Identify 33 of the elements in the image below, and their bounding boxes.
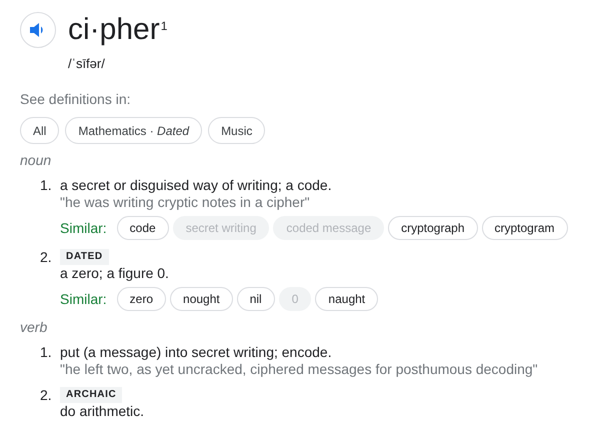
filter-chip[interactable]: All xyxy=(20,117,60,144)
synonym-chip[interactable]: nil xyxy=(236,287,275,311)
synonym-chip[interactable]: naught xyxy=(315,287,378,311)
synonym-chip[interactable]: cryptogram xyxy=(482,216,568,240)
similar-label: Similar: xyxy=(60,291,107,307)
definition-text: put (a message) into secret writing; encode. xyxy=(60,344,332,361)
filter-chip[interactable]: Music xyxy=(208,117,266,144)
definition-number: 2. xyxy=(40,249,53,267)
part-of-speech: noun xyxy=(20,152,52,168)
filter-chip[interactable]: Mathematics · Dated xyxy=(65,117,202,144)
synonym-chip[interactable]: nought xyxy=(170,287,233,311)
section-label: See definitions in: xyxy=(20,91,132,107)
synonym-chip[interactable]: cryptograph xyxy=(388,216,478,240)
synonym-chip: coded message xyxy=(273,216,384,240)
synonym-chip: 0 xyxy=(278,287,312,311)
definition-number: 1. xyxy=(40,344,53,362)
phonetic-text: /ˈsīfər/ xyxy=(68,56,106,71)
example-text: "he was writing cryptic notes in a cipher" xyxy=(60,194,310,211)
usage-tag: DATED xyxy=(60,249,109,265)
definition-number: 2. xyxy=(40,387,53,405)
definition-text: a secret or disguised way of writing; a code. xyxy=(60,177,332,194)
example-text: "he left two, as yet uncracked, ciphered messages for posthumous decoding" xyxy=(60,361,538,378)
definition-text: a zero; a figure 0. xyxy=(60,265,169,282)
definition-number: 1. xyxy=(40,177,53,195)
part-of-speech: verb xyxy=(20,319,48,335)
usage-tag: ARCHAIC xyxy=(60,387,122,403)
definition-text: do arithmetic. xyxy=(60,403,144,420)
synonym-chip: secret writing xyxy=(172,216,270,240)
similar-label: Similar: xyxy=(60,220,107,236)
synonym-chip[interactable]: zero xyxy=(116,287,166,311)
synonym-chip[interactable]: code xyxy=(116,216,169,240)
headword: ci·pher$^{1}$ xyxy=(68,12,168,48)
pronunciation-button[interactable] xyxy=(20,12,56,48)
